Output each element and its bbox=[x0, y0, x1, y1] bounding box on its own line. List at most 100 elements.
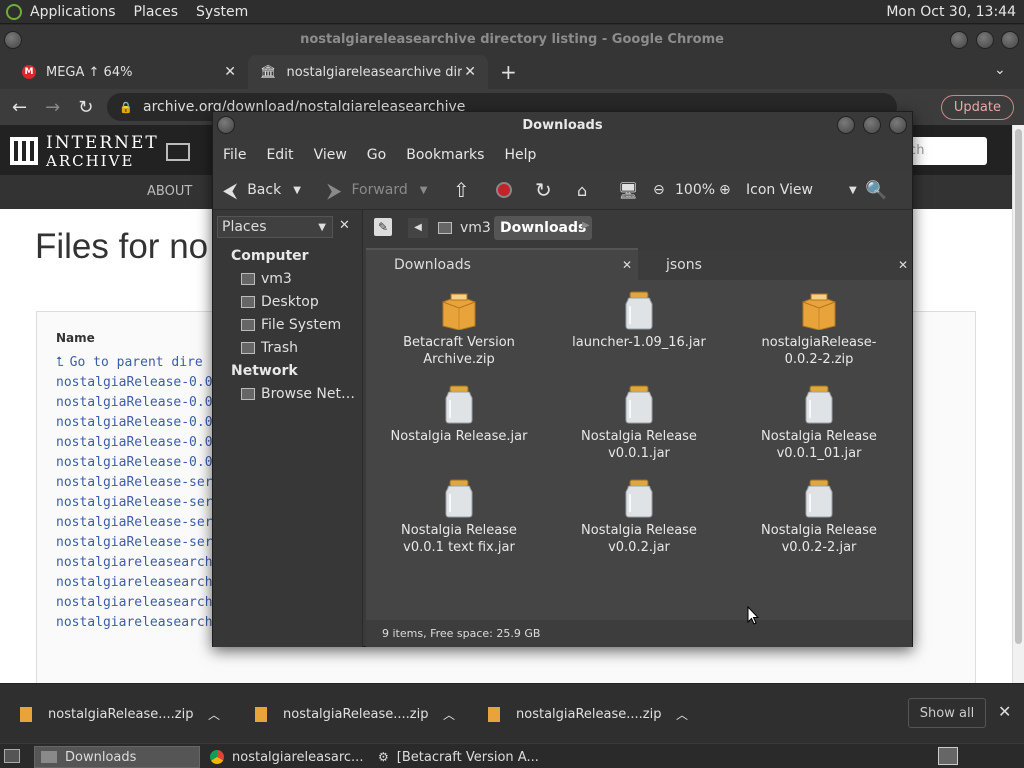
file-row-link[interactable]: nostalgiaRelease-0.0 bbox=[56, 375, 213, 395]
file-row-link[interactable]: nostalgiaRelease-0.0 bbox=[56, 395, 213, 415]
task-archive-manager[interactable]: ⚙ [Betacraft Version A... bbox=[372, 746, 542, 768]
fm-menu-edit[interactable]: Edit bbox=[256, 147, 303, 163]
fm-maximize-button[interactable] bbox=[863, 116, 881, 134]
file-row-link[interactable]: nostalgiareleasearch bbox=[56, 615, 213, 635]
fm-forward-button[interactable]: ⮞ Forward ▼ bbox=[327, 170, 427, 210]
page-scrollbar[interactable] bbox=[1012, 125, 1024, 683]
fm-close-button[interactable] bbox=[889, 116, 907, 134]
computer-icon[interactable]: 🖥 bbox=[618, 170, 638, 210]
download-options-chevron-icon[interactable]: ︿ bbox=[443, 706, 455, 723]
task-chrome[interactable]: nostalgiareleasarc... bbox=[204, 746, 372, 768]
file-item[interactable]: Nostalgia Release v0.0.2.jar bbox=[564, 478, 714, 556]
download-options-chevron-icon[interactable]: ︿ bbox=[676, 706, 688, 723]
file-row-link[interactable]: nostalgiaRelease-ser bbox=[56, 515, 213, 535]
reload-icon[interactable]: ↻ bbox=[535, 170, 552, 210]
file-row-link[interactable]: nostalgiaRelease-0.0 bbox=[56, 415, 213, 435]
path-button-downloads[interactable]: Downloads bbox=[494, 216, 593, 240]
forward-dropdown-icon[interactable]: ▼ bbox=[420, 185, 428, 196]
fm-menu-help[interactable]: Help bbox=[494, 147, 546, 163]
nav-about-link[interactable]: ABOUT bbox=[147, 184, 192, 199]
path-left-arrow-icon[interactable]: ◀ bbox=[408, 218, 428, 238]
file-row-link[interactable]: nostalgiareleasearch bbox=[56, 555, 213, 575]
update-button[interactable]: Update bbox=[940, 94, 1014, 120]
distro-logo-icon[interactable] bbox=[6, 3, 22, 20]
path-button-vm3[interactable]: vm3 bbox=[434, 216, 495, 240]
zoom-in-icon[interactable]: ⊕ bbox=[719, 170, 731, 210]
file-item[interactable]: Nostalgia Release.jar bbox=[384, 384, 534, 445]
download-item[interactable]: nostalgiaRelease....zip ︿ bbox=[488, 684, 702, 744]
home-icon[interactable]: ⌂ bbox=[577, 170, 587, 210]
file-row-link[interactable]: nostalgiareleasearch bbox=[56, 575, 213, 595]
close-tab-icon[interactable]: ✕ bbox=[224, 64, 236, 80]
close-tab-icon[interactable]: ✕ bbox=[464, 64, 476, 80]
stop-icon[interactable] bbox=[496, 170, 512, 210]
file-row-link[interactable]: nostalgiaRelease-ser bbox=[56, 475, 213, 495]
task-downloads[interactable]: Downloads bbox=[34, 746, 200, 768]
zoom-level[interactable]: 100% bbox=[675, 170, 715, 210]
tab-search-chevron-icon[interactable]: ⌄ bbox=[994, 62, 1006, 78]
new-tab-icon[interactable]: + bbox=[500, 60, 517, 84]
tab-mega[interactable]: M MEGA ↑ 64% ✕ bbox=[8, 55, 248, 89]
fm-window-menu-button[interactable] bbox=[217, 116, 235, 134]
lock-icon[interactable]: 🔒 bbox=[119, 101, 133, 114]
sidebar-item-file-system[interactable]: File System bbox=[241, 317, 341, 333]
sidebar-item-desktop[interactable]: Desktop bbox=[241, 294, 319, 310]
file-item[interactable]: Nostalgia Release v0.0.1_01.jar bbox=[744, 384, 894, 462]
maximize-button[interactable] bbox=[976, 31, 994, 49]
download-item[interactable]: nostalgiaRelease....zip ︿ bbox=[255, 684, 469, 744]
sidebar-item-vm3[interactable]: vm3 bbox=[241, 271, 292, 287]
close-tab-icon[interactable]: ✕ bbox=[622, 258, 632, 272]
close-tab-icon[interactable]: ✕ bbox=[898, 258, 908, 272]
file-item[interactable]: Nostalgia Release v0.0.2-2.jar bbox=[744, 478, 894, 556]
fm-minimize-button[interactable] bbox=[837, 116, 855, 134]
fm-tab-jsons[interactable]: jsons ✕ bbox=[638, 250, 912, 280]
fm-menu-bookmarks[interactable]: Bookmarks bbox=[396, 147, 494, 163]
edit-location-icon[interactable]: ✎ bbox=[374, 218, 392, 236]
view-mode-select[interactable]: Icon View ▼ bbox=[746, 170, 857, 210]
file-item[interactable]: launcher-1.09_16.jar bbox=[564, 290, 714, 351]
column-header-name[interactable]: Name bbox=[56, 331, 95, 345]
file-item[interactable]: Nostalgia Release v0.0.1 text fix.jar bbox=[384, 478, 534, 556]
sidebar-item-trash[interactable]: Trash bbox=[241, 340, 298, 356]
web-icon[interactable] bbox=[166, 143, 190, 161]
clock[interactable]: Mon Oct 30, 13:44 bbox=[886, 4, 1016, 20]
ia-logo-line1[interactable]: INTERNET bbox=[46, 133, 159, 153]
file-item[interactable]: Betacraft Version Archive.zip bbox=[384, 290, 534, 368]
back-dropdown-icon[interactable]: ▼ bbox=[293, 185, 301, 196]
scrollbar-thumb[interactable] bbox=[1015, 129, 1022, 644]
reload-icon[interactable]: ↻ bbox=[78, 97, 93, 118]
path-right-arrow-icon[interactable]: ▶ bbox=[582, 220, 590, 231]
sidebar-close-icon[interactable]: ✕ bbox=[339, 218, 350, 233]
file-item[interactable]: nostalgiaRelease-0.0.2-2.zip bbox=[744, 290, 894, 368]
file-item[interactable]: Nostalgia Release v0.0.1.jar bbox=[564, 384, 714, 462]
show-desktop-icon[interactable] bbox=[4, 749, 20, 763]
download-options-chevron-icon[interactable]: ︿ bbox=[208, 706, 220, 723]
sidebar-selector[interactable]: Places ▼ bbox=[217, 216, 333, 238]
ia-logo-icon[interactable] bbox=[10, 137, 38, 165]
close-window-button[interactable] bbox=[1001, 31, 1019, 49]
ia-logo-line2[interactable]: ARCHIVE bbox=[46, 152, 134, 170]
close-downloads-bar-icon[interactable]: ✕ bbox=[998, 702, 1011, 721]
system-menu[interactable]: System bbox=[196, 4, 248, 20]
fm-back-button[interactable]: ⮜ Back ▼ bbox=[223, 170, 301, 210]
back-arrow-icon[interactable]: ← bbox=[12, 97, 27, 118]
zoom-out-icon[interactable]: ⊖ bbox=[653, 170, 665, 210]
show-all-button[interactable]: Show all bbox=[908, 698, 986, 728]
forward-arrow-icon[interactable]: → bbox=[45, 97, 60, 118]
file-row-link[interactable]: nostalgiaRelease-0.0 bbox=[56, 455, 213, 475]
tab-archive[interactable]: 🏛 nostalgiareleasearchive direct ✕ bbox=[248, 55, 488, 89]
window-menu-button[interactable] bbox=[4, 31, 22, 49]
parent-link[interactable]: ⮤ Go to parent dire bbox=[56, 355, 213, 375]
minimize-button[interactable] bbox=[950, 31, 968, 49]
file-row-link[interactable]: nostalgiaRelease-ser bbox=[56, 535, 213, 555]
file-row-link[interactable]: nostalgiareleasearch bbox=[56, 595, 213, 615]
workspace-switcher-icon[interactable] bbox=[938, 747, 958, 765]
fm-tab-downloads[interactable]: Downloads ✕ bbox=[366, 248, 638, 280]
search-icon[interactable]: 🔍 bbox=[865, 170, 887, 210]
download-item[interactable]: nostalgiaRelease....zip ︿ bbox=[20, 684, 234, 744]
fm-menu-go[interactable]: Go bbox=[357, 147, 396, 163]
applications-menu[interactable]: Applications bbox=[30, 4, 116, 20]
fm-menu-view[interactable]: View bbox=[304, 147, 357, 163]
sidebar-item-browse-network[interactable]: Browse Net… bbox=[241, 386, 355, 402]
fm-menu-file[interactable]: File bbox=[213, 147, 256, 163]
